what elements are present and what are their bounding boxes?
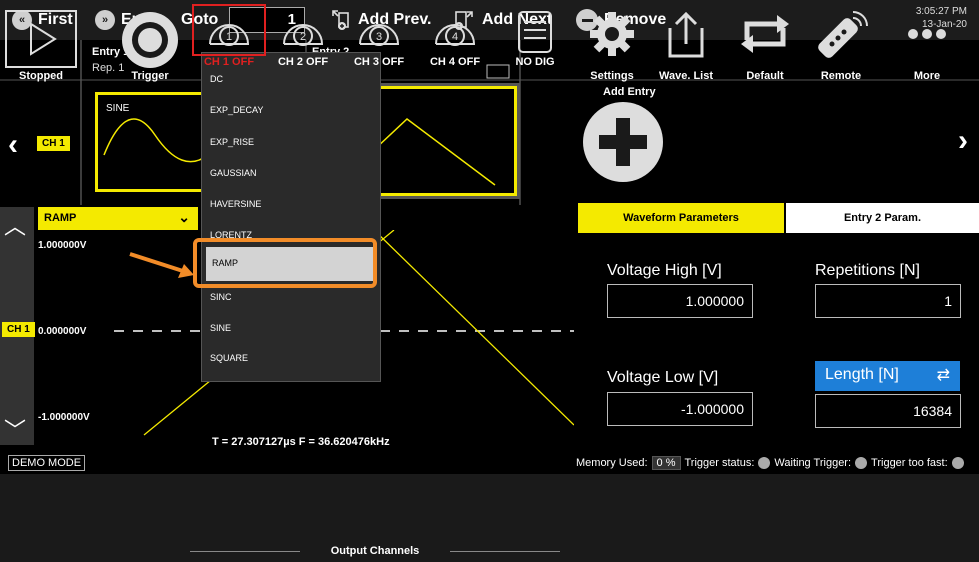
- sine-preview: [103, 118, 209, 163]
- voltage-low-label: Voltage Low [V]: [607, 369, 719, 386]
- more-button[interactable]: More: [892, 4, 962, 86]
- remote-button[interactable]: Remote: [806, 4, 876, 86]
- more-label: More: [913, 70, 941, 82]
- channel-1-icon: 1: [209, 24, 250, 46]
- no-dig-label: NO DIG: [515, 56, 555, 68]
- digital-icon: [518, 11, 552, 53]
- ch1-toggle-button[interactable]: 1 CH 1 OFF: [192, 4, 266, 86]
- play-icon: [5, 10, 77, 68]
- chevron-down-icon[interactable]: ﹀: [4, 413, 26, 445]
- dropdown-item-sine[interactable]: SINE: [210, 323, 231, 333]
- voltage-low-axis-label: -1.000000V: [38, 412, 90, 423]
- repetitions-field[interactable]: 1: [815, 284, 961, 318]
- waiting-trigger-led: [855, 457, 868, 469]
- wave-list-button[interactable]: Wave. List: [651, 4, 721, 86]
- swap-arrows-icon: ⇄: [936, 367, 950, 384]
- tab-waveform-parameters[interactable]: Waveform Parameters: [578, 203, 784, 233]
- voltage-high-axis-label: 1.000000V: [38, 240, 87, 251]
- stopped-label: Stopped: [19, 70, 63, 82]
- waiting-trigger-label: Waiting Trigger:: [774, 457, 852, 469]
- length-field[interactable]: 16384: [815, 394, 961, 428]
- pointer-arrow-icon: [129, 252, 194, 278]
- length-toggle-button[interactable]: Length [N] ⇄: [815, 361, 960, 391]
- ch1-label: CH 1 OFF: [203, 56, 255, 68]
- output-channels-label: Output Channels: [180, 545, 570, 557]
- svg-text:2: 2: [300, 31, 306, 43]
- more-icon: [908, 29, 946, 39]
- dropdown-item-haversine[interactable]: HAVERSINE: [210, 199, 261, 209]
- period-frequency-readout: T = 27.307127µs F = 36.620476kHz: [212, 436, 390, 448]
- trigger-icon: [122, 12, 178, 68]
- settings-button[interactable]: Settings: [577, 4, 647, 86]
- digital-toggle-button[interactable]: NO DIG: [500, 4, 570, 86]
- svg-text:4: 4: [452, 31, 458, 43]
- voltage-zero-axis-label: 0.000000V: [38, 326, 87, 337]
- ch2-label: CH 2 OFF: [277, 56, 329, 68]
- default-button[interactable]: Default: [730, 4, 800, 86]
- channel-4-icon: 4: [435, 24, 476, 46]
- entry1-waveform-card[interactable]: SINE: [95, 92, 215, 192]
- demo-mode-badge: DEMO MODE: [8, 455, 86, 471]
- waveform-dropdown: DC EXP_DECAY EXP_RISE GAUSSIAN HAVERSINE…: [201, 52, 381, 382]
- chevron-down-icon: ⌄: [178, 209, 190, 225]
- entry2-waveform-card[interactable]: [372, 86, 517, 196]
- dropdown-item-exp-decay[interactable]: EXP_DECAY: [210, 105, 263, 115]
- channel-2-icon: 2: [283, 24, 324, 46]
- trigger-too-fast-led: [951, 457, 964, 469]
- settings-label: Settings: [590, 70, 634, 82]
- memory-value: 0 %: [651, 456, 681, 470]
- gear-icon: [590, 12, 634, 56]
- entries-prev-arrow[interactable]: ‹: [8, 128, 18, 162]
- ch4-label: CH 4 OFF: [429, 56, 481, 68]
- ch4-toggle-button[interactable]: 4 CH 4 OFF: [420, 4, 490, 86]
- svg-text:3: 3: [376, 31, 382, 43]
- trigger-status-label: Trigger status:: [684, 457, 755, 469]
- refresh-icon: [741, 15, 789, 53]
- tab-entry-parameters[interactable]: Entry 2 Param.: [786, 203, 979, 233]
- run-stop-button[interactable]: Stopped: [5, 4, 77, 86]
- length-label: Length [N]: [825, 366, 899, 383]
- add-entry-label: Add Entry: [603, 86, 656, 98]
- trigger-too-fast-label: Trigger too fast:: [871, 457, 948, 469]
- ch3-label: CH 3 OFF: [353, 56, 405, 68]
- memory-label: Memory Used:: [576, 457, 648, 469]
- entry-channel-tag: CH 1: [37, 136, 70, 151]
- ramp-preview: [374, 118, 496, 186]
- highlight-ring: [193, 238, 377, 288]
- remote-icon: [818, 11, 868, 58]
- add-entry-button[interactable]: [583, 102, 663, 182]
- voltage-high-field[interactable]: 1.000000: [607, 284, 753, 318]
- wave-list-label: Wave. List: [659, 70, 713, 82]
- default-label: Default: [746, 70, 784, 82]
- voltage-high-label: Voltage High [V]: [607, 262, 722, 279]
- svg-text:1: 1: [226, 31, 232, 43]
- dropdown-item-sinc[interactable]: SINC: [210, 292, 232, 302]
- waveform-type-value: RAMP: [44, 212, 77, 224]
- remote-label: Remote: [820, 70, 862, 82]
- ch3-toggle-button[interactable]: 3 CH 3 OFF: [344, 4, 414, 86]
- waveform-channel-tag: CH 1: [2, 322, 35, 337]
- dropdown-item-gaussian[interactable]: GAUSSIAN: [210, 168, 257, 178]
- trigger-label: Trigger: [131, 70, 169, 82]
- repetitions-label: Repetitions [N]: [815, 262, 920, 279]
- upload-icon: [668, 11, 704, 58]
- status-line: Memory Used: 0 % Trigger status: Waiting…: [576, 455, 964, 471]
- trigger-status-led: [758, 457, 771, 469]
- dropdown-item-square[interactable]: SQUARE: [210, 353, 248, 363]
- channel-3-icon: 3: [359, 24, 400, 46]
- trigger-button[interactable]: Trigger: [115, 4, 185, 86]
- waveform-type-select[interactable]: RAMP ⌄: [38, 207, 198, 230]
- dropdown-item-exp-rise[interactable]: EXP_RISE: [210, 137, 254, 147]
- chevron-up-icon[interactable]: ︿: [4, 209, 26, 241]
- entries-next-arrow[interactable]: ›: [958, 124, 968, 158]
- double-chevron-right-icon: »: [95, 10, 115, 30]
- ch2-toggle-button[interactable]: 2 CH 2 OFF: [268, 4, 338, 86]
- voltage-low-field[interactable]: -1.000000: [607, 392, 753, 426]
